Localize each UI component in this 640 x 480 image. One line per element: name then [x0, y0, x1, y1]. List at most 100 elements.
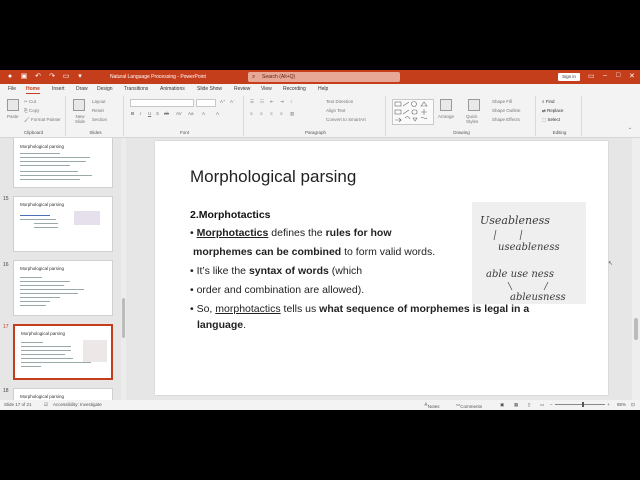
tab-design[interactable]: Design — [97, 86, 113, 92]
bullet-2[interactable]: • It’s like the syntax of words (which — [190, 265, 362, 277]
customize-qat-icon[interactable]: ▾ — [76, 73, 84, 81]
cut-button[interactable]: ✂ Cut — [24, 99, 36, 105]
section-button[interactable]: Section — [92, 117, 107, 122]
font-name-dropdown[interactable] — [130, 99, 194, 107]
change-case-icon[interactable]: Aa — [188, 111, 194, 116]
numbering-icon[interactable]: ☷ — [260, 99, 264, 105]
justify-icon[interactable]: ≡ — [280, 111, 283, 116]
quick-styles-icon[interactable] — [468, 99, 480, 111]
shape-outline-button[interactable]: Shape Outline — [492, 108, 521, 113]
find-button[interactable]: ⌕ Find — [542, 99, 555, 104]
slide-canvas[interactable]: Morphological parsing 2.Morphotactics • … — [155, 141, 608, 395]
close-icon[interactable]: ✕ — [629, 72, 635, 80]
tab-help[interactable]: Help — [318, 86, 328, 92]
slide-thumbnail[interactable]: Morphological parsing — [13, 138, 113, 188]
shadow-icon[interactable]: S — [156, 111, 159, 116]
slide-thumbnail[interactable]: Morphological parsing — [13, 260, 113, 316]
tab-insert[interactable]: Insert — [52, 86, 65, 92]
present-icon[interactable]: ▭ — [62, 73, 70, 81]
tab-slide-show[interactable]: Slide Show — [197, 86, 222, 92]
slideshow-view-icon[interactable]: ▭ — [540, 402, 544, 408]
shape-fill-button[interactable]: Shape Fill — [492, 99, 512, 104]
content-heading[interactable]: 2.Morphotactics — [190, 209, 271, 221]
tab-file[interactable]: File — [8, 86, 16, 92]
ribbon-display-icon[interactable]: ▭ — [588, 72, 595, 80]
redo-icon[interactable]: ↷ — [48, 73, 56, 81]
columns-icon[interactable]: ▥ — [290, 111, 294, 117]
tab-recording[interactable]: Recording — [283, 86, 306, 92]
new-slide-button[interactable]: New Slide — [71, 114, 89, 124]
save-icon[interactable]: ▣ — [20, 73, 28, 81]
slide-thumbnail[interactable]: Morphological parsing — [13, 196, 113, 252]
autosave-icon[interactable]: ● — [6, 73, 14, 81]
slide-title[interactable]: Morphological parsing — [190, 167, 356, 187]
new-slide-icon[interactable] — [73, 99, 85, 111]
undo-icon[interactable]: ↶ — [34, 73, 42, 81]
select-button[interactable]: ⬚ Select — [542, 117, 560, 123]
align-text-button[interactable]: Align Text — [326, 108, 345, 113]
decrease-indent-icon[interactable]: ⇤ — [270, 99, 274, 105]
reset-button[interactable]: Reset — [92, 108, 104, 113]
comments-button[interactable]: ▭ Comments — [456, 402, 482, 409]
line-spacing-icon[interactable]: ↕ — [290, 99, 292, 104]
slide-thumbnail-selected[interactable]: Morphological parsing — [13, 324, 113, 380]
bullet-1-continuation[interactable]: morphemes can be combined to form valid … — [193, 246, 435, 258]
zoom-slider-knob[interactable] — [582, 402, 584, 407]
align-center-icon[interactable]: ≡ — [260, 111, 263, 116]
increase-indent-icon[interactable]: ⇥ — [280, 99, 284, 105]
bullet-3[interactable]: • order and combination are allowed). — [190, 284, 364, 296]
shapes-gallery[interactable] — [392, 99, 434, 125]
replace-button[interactable]: ⇄ Replace — [542, 108, 564, 114]
zoom-slider[interactable] — [555, 404, 605, 405]
bullet-4-continuation[interactable]: language. — [197, 319, 246, 331]
zoom-out-icon[interactable]: – — [550, 402, 553, 407]
tab-review[interactable]: Review — [234, 86, 250, 92]
bullets-icon[interactable]: ☰ — [250, 99, 254, 105]
underline-icon[interactable]: U — [148, 111, 151, 116]
thumbnail-scrollbar[interactable] — [121, 138, 126, 400]
arrange-icon[interactable] — [440, 99, 452, 111]
font-color-icon[interactable]: A — [216, 111, 219, 116]
font-size-dropdown[interactable] — [196, 99, 216, 107]
sign-in-button[interactable]: Sign in — [558, 73, 580, 81]
minimize-icon[interactable]: – — [603, 72, 607, 79]
spelling-icon[interactable]: ☑ — [44, 402, 48, 408]
zoom-in-icon[interactable]: + — [607, 402, 610, 407]
align-left-icon[interactable]: ≡ — [250, 111, 253, 116]
reading-view-icon[interactable]: ▯ — [528, 402, 530, 408]
tab-view[interactable]: View — [261, 86, 272, 92]
text-direction-button[interactable]: Text Direction — [326, 99, 353, 104]
normal-view-icon[interactable]: ▣ — [500, 402, 504, 408]
quick-styles-button[interactable]: Quick Styles — [466, 114, 484, 124]
tab-draw[interactable]: Draw — [76, 86, 88, 92]
format-painter-button[interactable]: 🖌 Format Painter — [24, 117, 61, 123]
strikethrough-icon[interactable]: ab — [164, 111, 169, 116]
character-spacing-icon[interactable]: AV — [176, 111, 182, 116]
collapse-ribbon-icon[interactable]: ⌃ — [628, 127, 632, 133]
paste-button[interactable]: Paste — [7, 114, 19, 119]
shrink-font-icon[interactable]: A⁻ — [230, 99, 235, 105]
copy-button[interactable]: ⎘ Copy — [24, 108, 39, 113]
tab-transitions[interactable]: Transitions — [124, 86, 148, 92]
shape-effects-button[interactable]: Shape Effects — [492, 117, 520, 122]
arrange-button[interactable]: Arrange — [438, 114, 454, 119]
paste-icon[interactable] — [7, 99, 19, 111]
align-right-icon[interactable]: ≡ — [270, 111, 273, 116]
handwritten-notes-image[interactable]: Useableness useableness able use ness ab… — [472, 202, 586, 304]
slide-scrollbar[interactable] — [632, 138, 640, 400]
notes-button[interactable]: ≙ Notes — [424, 402, 440, 409]
bullet-4[interactable]: • So, morphotactics tells us what sequen… — [190, 303, 529, 315]
search-box[interactable]: ⌕ Search (Alt+Q) — [248, 72, 400, 82]
accessibility-status[interactable]: Accessibility: Investigate — [53, 402, 102, 407]
maximize-icon[interactable]: □ — [616, 72, 620, 79]
slide-sorter-icon[interactable]: ▦ — [514, 402, 518, 408]
slide-thumbnail[interactable]: Morphological parsing — [13, 388, 113, 400]
bold-icon[interactable]: B — [131, 111, 134, 116]
convert-smartart-button[interactable]: Convert to SmartArt — [326, 117, 366, 122]
italic-icon[interactable]: I — [140, 111, 141, 116]
zoom-level[interactable]: 85% — [617, 402, 626, 407]
tab-animations[interactable]: Animations — [160, 86, 185, 92]
tab-home[interactable]: Home — [26, 86, 40, 94]
fit-slide-icon[interactable]: ⊡ — [631, 402, 635, 408]
grow-font-icon[interactable]: A⁺ — [220, 99, 225, 105]
